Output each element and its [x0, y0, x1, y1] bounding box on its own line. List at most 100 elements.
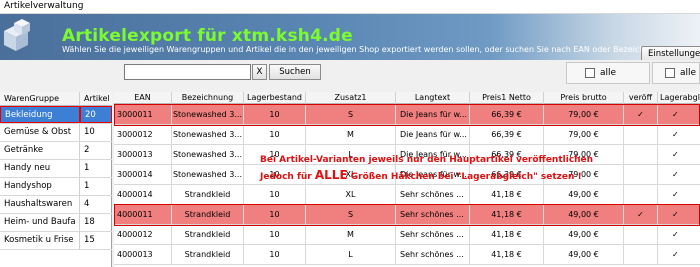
cell-zusatz1: S: [306, 105, 396, 125]
group-name: Bekleidung: [0, 106, 80, 123]
red-annotation-text: Bei Artikel-Varianten jeweils nur den Ha…: [260, 153, 620, 185]
cell-preis-netto: 41,18 €: [470, 225, 544, 245]
cell-preis-brutto: 49,00 €: [544, 185, 624, 205]
cell-lagerabgleich-check[interactable]: ✓: [658, 245, 700, 265]
article-row[interactable]: 4000014 Strandkleid 10 XL Sehr schönes ... 41…: [114, 185, 700, 205]
cell-ean: 4000013: [114, 245, 172, 265]
column-header-lagerbestand[interactable]: Lagerbestand: [244, 92, 306, 104]
cell-lagerabgleich-check[interactable]: ✓: [658, 165, 700, 185]
annotation-line2-pre: Jedoch für: [260, 172, 315, 182]
cell-lagerabgleich-check[interactable]: ✓: [658, 225, 700, 245]
column-header-ean[interactable]: EAN: [114, 92, 172, 104]
cell-lagerbestand: 10: [244, 105, 306, 125]
cell-lagerabgleich-check[interactable]: ✓: [658, 185, 700, 205]
clear-search-button[interactable]: X: [252, 64, 267, 80]
cell-lagerbestand: 10: [244, 205, 306, 225]
search-input[interactable]: [124, 64, 251, 80]
cell-bezeichnung: Strandkleid: [172, 245, 244, 265]
article-row[interactable]: 4000011 Strandkleid 10 S Sehr schönes ... 41,…: [114, 205, 700, 225]
group-row[interactable]: Bekleidung 20: [0, 106, 112, 124]
header-banner: Artikelexport für xtm.ksh4.de Wählen Sie…: [0, 14, 700, 62]
cell-lagerabgleich-check[interactable]: ✓: [658, 105, 700, 125]
group-row[interactable]: Haushaltswaren 4: [0, 196, 112, 214]
alle-lagerabgleich-group: alle: [652, 62, 700, 84]
cell-zusatz1: L: [306, 245, 396, 265]
cell-veroeff-check[interactable]: ✓: [624, 205, 658, 225]
cell-veroeff-check[interactable]: [624, 145, 658, 165]
group-count: 2: [84, 145, 90, 155]
group-count: 15: [84, 235, 95, 245]
article-row[interactable]: 3000012 Stonewashed 3... 10 M Die Jeans für …: [114, 125, 700, 145]
cell-langtext: Sehr schönes ...: [396, 185, 470, 205]
article-row[interactable]: 3000011 Stonewashed 3... 10 S Die Jeans für …: [114, 105, 700, 125]
page-subtitle: Wählen Sie die jeweiligen Warengruppen u…: [62, 45, 665, 54]
window-title: Artikelverwaltung: [4, 1, 84, 11]
article-row[interactable]: 4000013 Strandkleid 10 L Sehr schönes ... 41,…: [114, 245, 700, 265]
cell-lagerbestand: 10: [244, 185, 306, 205]
annotation-line1: Bei Artikel-Varianten jeweils nur den Ha…: [260, 155, 594, 165]
cell-bezeichnung: Stonewashed 3...: [172, 105, 244, 125]
boxes-logo-icon: [4, 19, 30, 51]
annotation-line2-post: Größen Häkchen bei "Lagerabgleich" setze…: [347, 172, 582, 182]
cell-zusatz1: S: [306, 205, 396, 225]
group-name: Gemüse & Obst: [0, 124, 80, 141]
group-name: Handyshop: [0, 178, 80, 195]
group-row[interactable]: Handyshop 1: [0, 178, 112, 196]
cell-lagerabgleich-check[interactable]: ✓: [658, 205, 700, 225]
cell-veroeff-check[interactable]: [624, 225, 658, 245]
group-count: 1: [84, 163, 90, 173]
article-row[interactable]: 4000012 Strandkleid 10 M Sehr schönes ... 41,…: [114, 225, 700, 245]
group-row[interactable]: Handy neu 1: [0, 160, 112, 178]
warengruppen-header: WarenGruppe Artikel: [0, 92, 112, 106]
alle-lagerabgleich-checkbox[interactable]: [665, 68, 675, 78]
group-row[interactable]: Gemüse & Obst 10: [0, 124, 112, 142]
cell-preis-brutto: 49,00 €: [544, 245, 624, 265]
cell-bezeichnung: Strandkleid: [172, 185, 244, 205]
annotation-emphasis: ALLE: [314, 168, 348, 182]
cell-veroeff-check[interactable]: [624, 245, 658, 265]
cell-zusatz1: M: [306, 225, 396, 245]
group-name: Handy neu: [0, 160, 80, 177]
cell-zusatz1: M: [306, 125, 396, 145]
group-count: 1: [84, 181, 90, 191]
cell-zusatz1: XL: [306, 185, 396, 205]
group-count: 4: [84, 199, 90, 209]
cell-lagerbestand: 10: [244, 125, 306, 145]
cell-lagerabgleich-check[interactable]: ✓: [658, 125, 700, 145]
column-header-langtext[interactable]: Langtext: [396, 92, 470, 104]
column-header-zusatz1[interactable]: Zusatz1: [306, 92, 396, 104]
search-button[interactable]: Suchen: [269, 64, 321, 80]
group-name: Kosmetik u Frise: [0, 232, 80, 249]
warengruppen-table: WarenGruppe Artikel Bekleidung 20 Gemüse…: [0, 92, 112, 267]
cell-bezeichnung: Strandkleid: [172, 225, 244, 245]
cell-preis-brutto: 79,00 €: [544, 125, 624, 145]
group-name: Getränke: [0, 142, 80, 159]
cell-langtext: Die Jeans für w...: [396, 125, 470, 145]
group-count: 10: [84, 127, 95, 137]
column-header-preis1-netto[interactable]: Preis1 Netto: [470, 92, 544, 104]
group-row[interactable]: Getränke 2: [0, 142, 112, 160]
cell-veroeff-check[interactable]: ✓: [624, 105, 658, 125]
alle-veroeff-group: alle: [566, 62, 650, 84]
group-name: Haushaltswaren: [0, 196, 80, 213]
cell-lagerbestand: 10: [244, 225, 306, 245]
group-row[interactable]: Kosmetik u Frise 15: [0, 232, 112, 250]
cell-veroeff-check[interactable]: [624, 165, 658, 185]
cell-langtext: Sehr schönes ...: [396, 245, 470, 265]
cell-preis-netto: 41,18 €: [470, 185, 544, 205]
window-titlebar: Artikelverwaltung: [0, 0, 700, 14]
column-header-artikel[interactable]: Artikel: [80, 92, 112, 105]
column-header-lagerabgleich[interactable]: Lagerabgl: [658, 92, 700, 104]
column-header-bezeichnung[interactable]: Bezeichnung: [172, 92, 244, 104]
cell-preis-netto: 66,39 €: [470, 105, 544, 125]
alle-veroeff-checkbox[interactable]: [585, 68, 595, 78]
cell-bezeichnung: Stonewashed 3...: [172, 165, 244, 185]
group-row[interactable]: Heim- und Baufa 18: [0, 214, 112, 232]
cell-lagerabgleich-check[interactable]: ✓: [658, 145, 700, 165]
column-header-warengruppe[interactable]: WarenGruppe: [0, 92, 80, 105]
cell-veroeff-check[interactable]: [624, 185, 658, 205]
column-header-preis-brutto[interactable]: Preis brutto: [544, 92, 624, 104]
cell-ean: 4000011: [114, 205, 172, 225]
cell-veroeff-check[interactable]: [624, 125, 658, 145]
column-header-veroeff[interactable]: veröff: [624, 92, 658, 104]
